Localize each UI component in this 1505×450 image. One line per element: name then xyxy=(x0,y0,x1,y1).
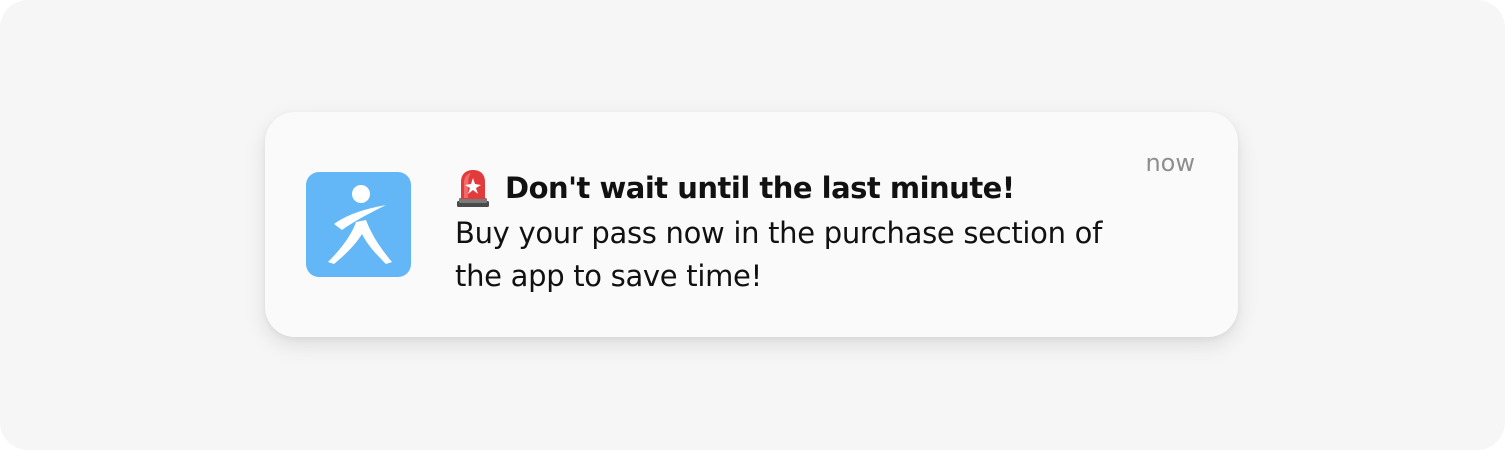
runner-figure-icon xyxy=(328,185,392,264)
notification-title: Don't wait until the last minute! xyxy=(505,171,1015,205)
app-icon xyxy=(306,172,411,277)
rotating-light-icon xyxy=(457,170,489,207)
notification-body: Buy your pass now in the purchase sectio… xyxy=(455,216,1102,293)
screen-background: now Don't wait until the last minute! Bu… xyxy=(0,0,1505,450)
push-notification[interactable]: now Don't wait until the last minute! Bu… xyxy=(265,112,1238,337)
notification-title-row: Don't wait until the last minute! xyxy=(455,164,1155,212)
notification-content: Don't wait until the last minute! Buy yo… xyxy=(455,164,1155,298)
